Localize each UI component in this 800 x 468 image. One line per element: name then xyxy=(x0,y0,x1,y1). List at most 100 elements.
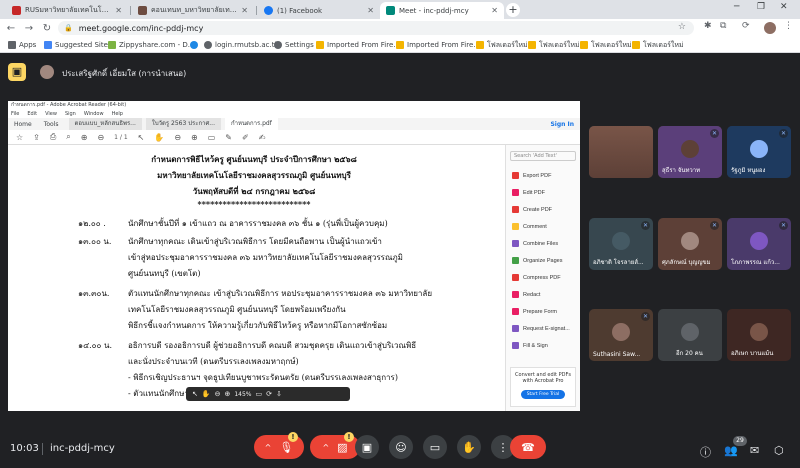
zoom-in-icon[interactable]: ⊕ xyxy=(224,390,230,398)
bookmark-folder[interactable]: Imported From Fire... xyxy=(316,39,400,51)
people-icon[interactable]: 👥 xyxy=(724,444,738,457)
cursor-icon[interactable]: ↖ xyxy=(138,133,145,142)
chat-icon[interactable]: ✉ xyxy=(750,444,759,457)
star-icon[interactable]: ☆ xyxy=(16,133,23,142)
participant-tile-pophaphan[interactable]: ✕ โภภาพรรณ แก้ว... xyxy=(727,218,791,270)
tool-redact[interactable]: Redact xyxy=(506,286,580,303)
download-icon[interactable]: ⇩ xyxy=(276,390,282,398)
browser-tab-rus[interactable]: RUSมหาวิทยาลัยเทคโนโลยีราชมงคลสุวรรณภูมิ… xyxy=(6,2,128,19)
reload-icon[interactable]: ↻ xyxy=(40,23,54,34)
participant-tile-apichart[interactable]: ✕ อภิชาติ โจรลายส์... xyxy=(589,218,653,270)
page-up-icon[interactable]: ⊕ xyxy=(81,133,88,142)
tool-fill-sign[interactable]: Fill & Sign xyxy=(506,337,580,354)
minimize-icon[interactable]: ─ xyxy=(734,2,739,12)
bookmark-apps[interactable]: Apps xyxy=(8,39,36,51)
close-tab-icon[interactable]: ✕ xyxy=(367,6,374,15)
zoom-out-icon[interactable]: ⊖ xyxy=(174,133,181,142)
close-tab-icon[interactable]: ✕ xyxy=(491,6,498,15)
bookmark-settings[interactable]: Settings xyxy=(274,39,314,51)
bookmark-login[interactable]: login.rmutsb.ac.th xyxy=(204,39,279,51)
tool-export-pdf[interactable]: Export PDF xyxy=(506,167,580,184)
tool-prepare-form[interactable]: Prepare Form xyxy=(506,303,580,320)
bookmark-folder[interactable]: โฟลเดอร์ใหม่ xyxy=(580,39,632,51)
acrobat-tab-active-doc[interactable]: กำหนดการ.pdf xyxy=(225,118,278,130)
sign-in-link[interactable]: Sign In xyxy=(550,121,574,128)
profile-avatar[interactable] xyxy=(764,22,776,34)
tool-combine-files[interactable]: Combine Files xyxy=(506,235,580,252)
leave-call-button[interactable]: ☎ xyxy=(510,435,546,459)
tool-create-pdf[interactable]: Create PDF xyxy=(506,201,580,218)
cursor-icon[interactable]: ↖ xyxy=(192,390,198,398)
tool-request-esign[interactable]: Request E-signat... xyxy=(506,320,580,337)
menu-file[interactable]: File xyxy=(11,110,19,118)
tool-organize-pages[interactable]: Organize Pages xyxy=(506,252,580,269)
hand-icon[interactable]: ✋ xyxy=(154,133,164,142)
close-window-icon[interactable]: ✕ xyxy=(780,2,788,12)
puzzle-icon[interactable]: ⧉ xyxy=(720,21,726,31)
highlight-icon[interactable]: ✐ xyxy=(242,133,249,142)
hand-icon[interactable]: ✋ xyxy=(202,390,211,398)
search-icon[interactable]: ⌕ xyxy=(66,132,70,142)
bookmark-star-icon[interactable]: ☆ xyxy=(678,22,686,32)
chevron-up-icon[interactable]: ^ xyxy=(265,443,272,452)
tool-search-input[interactable]: Search 'Add Text' xyxy=(510,151,576,161)
chevron-up-icon[interactable]: ^ xyxy=(322,443,329,452)
forward-icon[interactable]: → xyxy=(22,23,36,34)
bookmark-zippyshare[interactable]: Zippyshare.com - D... xyxy=(108,39,194,51)
sync-icon[interactable]: ⟳ xyxy=(742,21,750,31)
participant-tile-supaluck[interactable]: ✕ ศุภลักษณ์ บุญญขม xyxy=(658,218,722,270)
new-tab-button[interactable]: + xyxy=(506,3,520,17)
menu-edit[interactable]: Edit xyxy=(27,110,37,118)
participant-tile-rattaphum[interactable]: ✕ รัฐภูมิ หนูผอง xyxy=(727,126,791,178)
menu-sign[interactable]: Sign xyxy=(65,110,76,118)
bookmark-folder[interactable]: โฟลเดอร์ใหม่ xyxy=(528,39,580,51)
close-tab-icon[interactable]: ✕ xyxy=(115,6,122,15)
present-screen-button[interactable]: ▣ xyxy=(355,435,379,459)
menu-view[interactable]: View xyxy=(45,110,57,118)
participant-tile-suthasini[interactable]: ✕ Suthasini Saw... xyxy=(589,309,653,361)
zoom-in-icon[interactable]: ⊕ xyxy=(191,133,198,142)
acrobat-tab-tools[interactable]: Tools xyxy=(38,121,65,128)
camera-toggle-button[interactable]: ^ ▨ ! xyxy=(310,432,360,459)
page-indicator[interactable]: 1 / 1 xyxy=(114,134,127,141)
acrobat-tab-home[interactable]: Home xyxy=(8,121,38,128)
acrobat-tab-doc[interactable]: ตอบแบบ_หลักสนธิพร... xyxy=(68,118,142,130)
lock-icon[interactable]: 🔒 xyxy=(64,24,73,32)
emoji-button[interactable]: ☺ xyxy=(389,435,413,459)
upload-icon[interactable]: ⇪ xyxy=(33,133,40,142)
info-icon[interactable]: ⓘ xyxy=(700,444,711,460)
captions-button[interactable]: ▭ xyxy=(423,435,447,459)
acrobat-tab-doc[interactable]: ใบวัดรู 2563 ประกาศ... xyxy=(145,118,221,130)
address-bar[interactable]: 🔒 meet.google.com/inc-pddj-mcy ☆ xyxy=(58,21,694,35)
print-icon[interactable]: ⎙ xyxy=(50,132,56,142)
participant-tile-others[interactable]: อีก 20 คน xyxy=(658,309,722,361)
extensions-icon[interactable]: ✱ xyxy=(704,21,712,31)
bookmark-folder[interactable]: โฟลเดอร์ใหม่ xyxy=(476,39,528,51)
zoom-level[interactable]: 145% xyxy=(234,391,251,398)
zoom-out-icon[interactable]: ⊖ xyxy=(215,390,221,398)
participant-tile-suthira[interactable]: ✕ สุธีรา จันทวาท xyxy=(658,126,722,178)
browser-tab-meet[interactable]: Meet - inc-pddj-mcy ✕ xyxy=(380,2,504,19)
browser-tab-facebook[interactable]: (1) Facebook ✕ xyxy=(258,2,380,19)
comment-icon[interactable]: ✎ xyxy=(225,133,232,142)
back-icon[interactable]: ← xyxy=(4,23,18,34)
bookmark-folder[interactable]: Imported From Fire... xyxy=(396,39,480,51)
meeting-code[interactable]: inc-pddj-mcy xyxy=(50,443,115,454)
participant-tile[interactable] xyxy=(589,126,653,178)
chrome-menu-icon[interactable]: ⋮ xyxy=(784,21,793,31)
sign-icon[interactable]: ✍ xyxy=(259,133,266,142)
tool-edit-pdf[interactable]: Edit PDF xyxy=(506,184,580,201)
browser-tab-content[interactable]: คอนเทนท_มหาวิทยาลัยเทคโนโลยีราชมงคลสุวรร… xyxy=(132,2,254,19)
fit-icon[interactable]: ▭ xyxy=(208,133,216,142)
rotate-icon[interactable]: ⟳ xyxy=(266,390,272,398)
start-free-trial-button[interactable]: Start Free Trial xyxy=(521,390,565,399)
page-down-icon[interactable]: ⊖ xyxy=(97,133,104,142)
raise-hand-button[interactable]: ✋ xyxy=(457,435,481,459)
participant-tile-apisek[interactable]: อภิเษก บานแม้น xyxy=(727,309,791,361)
fit-page-icon[interactable]: ▭ xyxy=(256,390,263,398)
microphone-toggle-button[interactable]: ^ 🎙 ! xyxy=(254,432,304,459)
tool-compress-pdf[interactable]: Compress PDF xyxy=(506,269,580,286)
bookmark-suggested-sites[interactable]: Suggested Sites xyxy=(44,39,112,51)
activities-icon[interactable]: ⬡ xyxy=(774,444,784,457)
close-tab-icon[interactable]: ✕ xyxy=(241,6,248,15)
